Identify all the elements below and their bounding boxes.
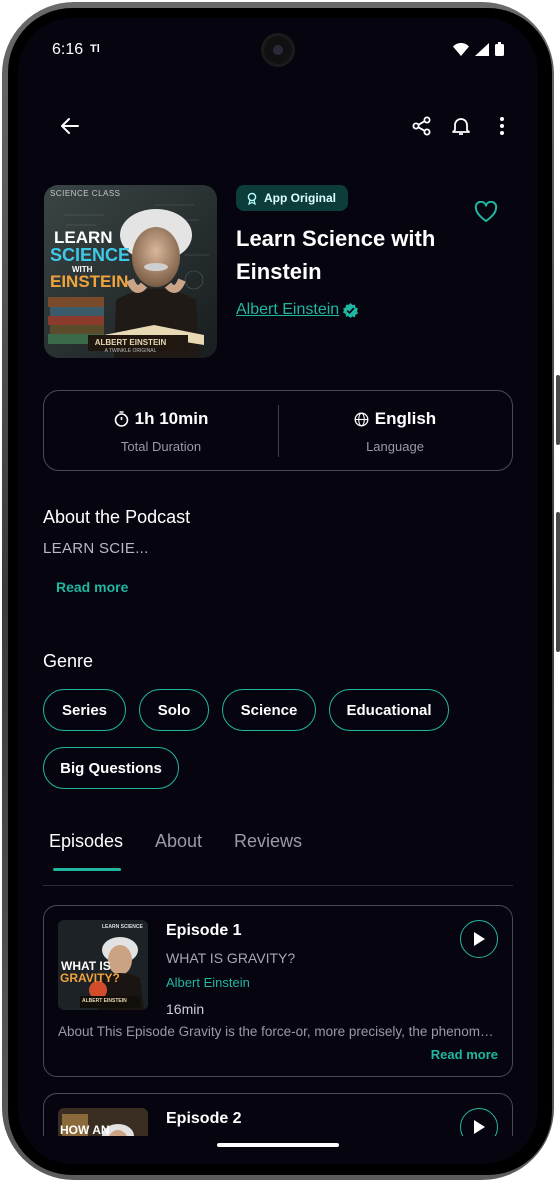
duration-value: 1h 10min — [134, 409, 209, 428]
gesture-area — [18, 1136, 538, 1164]
top-app-bar — [18, 112, 538, 140]
status-icons — [453, 42, 504, 56]
language-stat: English Language — [278, 391, 512, 470]
thumb-bottom-text: ALBERT EINSTEIN — [82, 998, 127, 1004]
language-row: English — [278, 409, 512, 429]
arrow-left-icon — [61, 118, 79, 134]
home-indicator[interactable] — [217, 1143, 339, 1147]
award-icon — [247, 192, 257, 205]
episode-thumbnail: LEARN SCIENCE WHAT IS GRAVITY? ALBERT EI… — [58, 920, 148, 1010]
app-original-badge: App Original — [236, 185, 348, 211]
cover-brand: A TWINKLE ORIGINAL — [104, 348, 157, 354]
episode-subtitle: WHAT IS GRAVITY? — [166, 950, 296, 966]
power-button — [556, 512, 560, 652]
active-tab-indicator — [53, 868, 121, 871]
app-screen: 6:16 Tl SCIENCE CLASS LEARN SCIENCE WITH… — [18, 18, 538, 1164]
heart-icon — [474, 200, 498, 222]
episode-title: Episode 2 — [166, 1110, 242, 1127]
more-options-button[interactable] — [488, 112, 516, 140]
podcast-stats-card: 1h 10min Total Duration English Language — [43, 390, 513, 471]
about-read-more[interactable]: Read more — [56, 579, 128, 595]
author-link[interactable]: Albert Einstein — [236, 301, 359, 319]
language-value: English — [374, 409, 437, 428]
episode-title: Episode 1 — [166, 922, 242, 939]
front-camera — [264, 36, 292, 64]
volume-button — [556, 375, 560, 445]
battery-icon — [495, 42, 504, 56]
about-heading: About the Podcast — [43, 507, 191, 527]
play-button[interactable] — [460, 920, 498, 958]
duration-label: Total Duration — [120, 439, 202, 454]
genre-chip-series[interactable]: Series — [43, 689, 126, 731]
tab-about[interactable]: About — [155, 831, 202, 852]
episode-card[interactable]: LEARN SCIENCE WHAT IS GRAVITY? ALBERT EI… — [43, 905, 513, 1077]
cover-line1: LEARN — [54, 228, 113, 247]
genre-chip-solo[interactable]: Solo — [139, 689, 209, 731]
timer-icon — [114, 411, 128, 427]
cover-line4: EINSTEIN — [50, 272, 129, 291]
podcast-title: Learn Science with Einstein — [236, 226, 436, 284]
tab-episodes[interactable]: Episodes — [49, 831, 123, 852]
signal-icon — [475, 42, 489, 56]
author-name[interactable]: Albert Einstein — [236, 301, 339, 319]
genre-chip-science[interactable]: Science — [222, 689, 316, 731]
favorite-button[interactable] — [474, 200, 498, 228]
episode-description: About This Episode Gravity is the force-… — [58, 1024, 498, 1039]
wifi-icon — [453, 42, 469, 56]
notification-button[interactable] — [447, 112, 475, 140]
podcast-cover: SCIENCE CLASS LEARN SCIENCE WITH EINSTEI… — [44, 185, 217, 358]
badge-label: App Original — [264, 191, 336, 205]
status-extra: Tl — [90, 43, 100, 55]
thumb-top-text: LEARN SCIENCE — [102, 924, 143, 930]
verified-icon — [343, 302, 359, 318]
more-vertical-icon — [500, 117, 504, 135]
duration-stat: 1h 10min Total Duration — [44, 391, 278, 470]
share-icon — [412, 116, 431, 136]
cover-line2: SCIENCE — [50, 245, 131, 265]
genre-chip-big-questions[interactable]: Big Questions — [43, 747, 179, 789]
episode-duration: 16min — [166, 1001, 205, 1017]
tab-reviews[interactable]: Reviews — [234, 831, 302, 852]
about-text: LEARN SCIE... — [43, 540, 149, 557]
status-time: 6:16 — [52, 41, 84, 58]
globe-icon — [354, 412, 369, 426]
cover-bottom-text: ALBERT EINSTEIN — [94, 338, 167, 347]
genre-chip-educational[interactable]: Educational — [329, 689, 449, 731]
tabs-divider — [43, 885, 513, 886]
play-icon — [474, 1120, 485, 1134]
bell-icon — [452, 118, 470, 135]
share-button[interactable] — [408, 112, 436, 140]
thumb-main-1: HOW AN — [60, 1123, 110, 1137]
cover-top-text: SCIENCE CLASS — [50, 189, 121, 198]
play-icon — [474, 932, 485, 946]
phone-device: 6:16 Tl SCIENCE CLASS LEARN SCIENCE WITH… — [0, 0, 560, 1183]
thumb-main-2: GRAVITY? — [60, 971, 120, 985]
back-button[interactable] — [56, 112, 84, 140]
language-label: Language — [366, 439, 424, 454]
episode-author[interactable]: Albert Einstein — [166, 975, 250, 990]
episode-read-more[interactable]: Read more — [431, 1047, 498, 1062]
duration-row: 1h 10min — [44, 409, 278, 429]
genre-heading: Genre — [43, 651, 94, 671]
